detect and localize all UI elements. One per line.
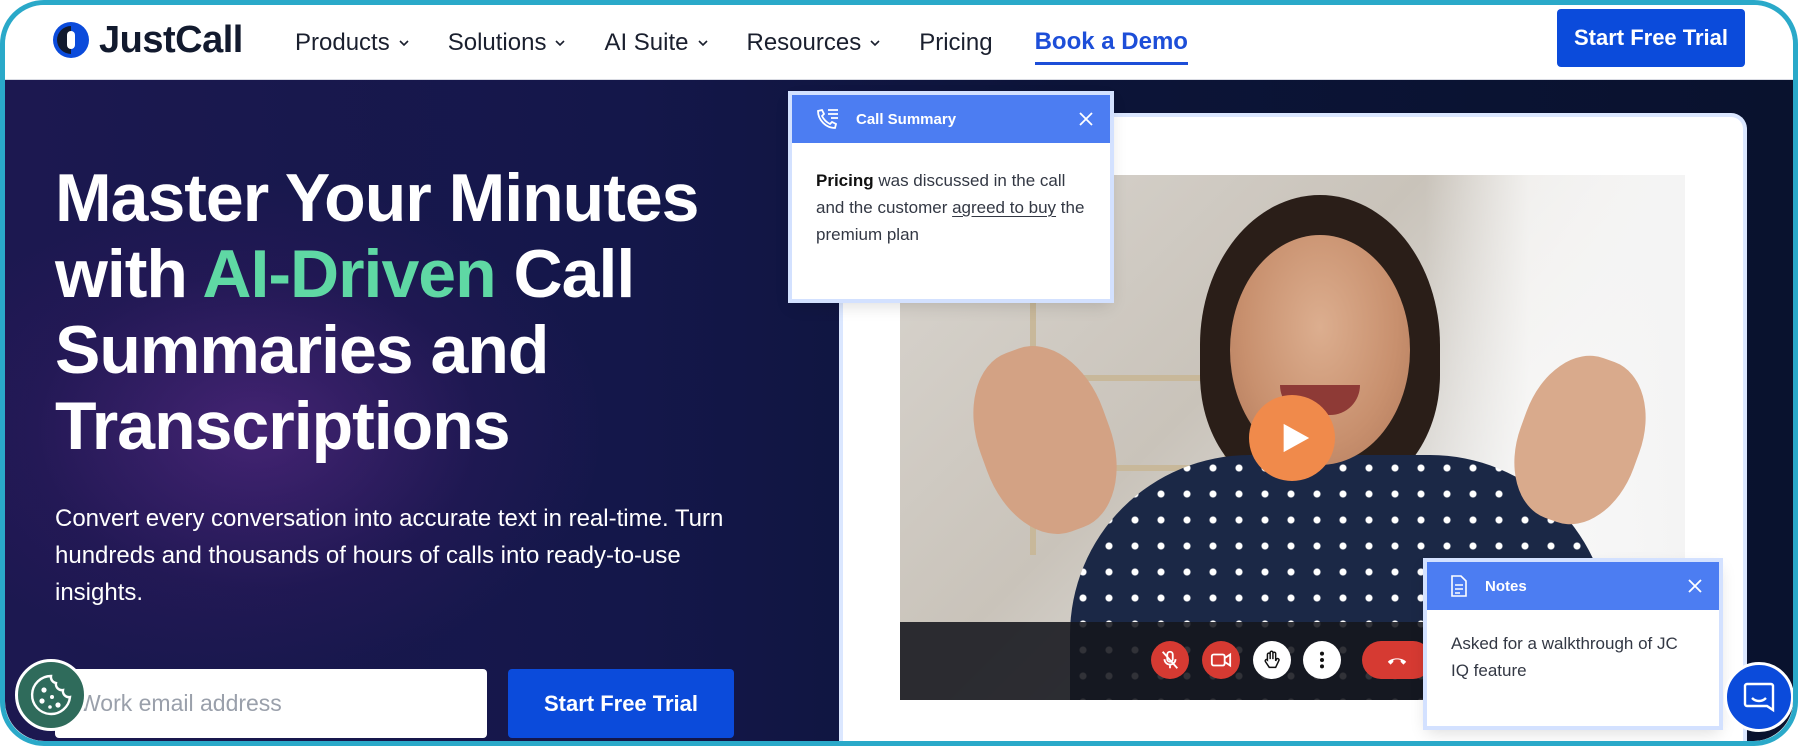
nav-ai-suite[interactable]: AI Suite	[604, 29, 708, 57]
brand-logo[interactable]: JustCall	[51, 15, 243, 65]
nav-pricing-label: Pricing	[919, 29, 993, 56]
notes-card: Notes Asked for a walkthrough of JC IQ f…	[1427, 562, 1719, 726]
video-toggle-button[interactable]	[1202, 641, 1240, 679]
chevron-down-icon	[399, 40, 409, 47]
logo-text: JustCall	[99, 18, 243, 61]
book-demo-link[interactable]: Book a Demo	[1034, 28, 1188, 65]
page-frame: JustCall Products Solutions AI Suite Res…	[0, 0, 1798, 746]
phone-hangup-icon	[1387, 658, 1407, 665]
chevron-down-icon	[870, 40, 880, 47]
chevron-down-icon	[555, 40, 566, 47]
raise-hand-icon	[1264, 650, 1280, 669]
notes-body: Asked for a walkthrough of JC IQ feature	[1451, 634, 1678, 680]
close-icon[interactable]	[1687, 578, 1703, 594]
chat-icon	[1743, 682, 1775, 713]
headline-accent: AI-Driven	[202, 236, 496, 312]
hero-subtext: Convert every conversation into accurate…	[55, 505, 724, 606]
summary-highlight: agreed to buy	[952, 198, 1057, 217]
close-icon[interactable]	[1078, 111, 1094, 127]
cookie-icon	[30, 674, 72, 716]
nav-ai-suite-label: AI Suite	[604, 29, 689, 56]
call-summary-title: Call Summary	[856, 110, 957, 128]
cookie-settings-button[interactable]	[15, 659, 87, 731]
nav-resources[interactable]: Resources	[747, 29, 882, 57]
call-summary-header: Call Summary	[792, 95, 1110, 143]
nav-resources-label: Resources	[746, 29, 862, 56]
play-video-button[interactable]	[1249, 395, 1335, 481]
summary-keyword: Pricing	[816, 171, 874, 190]
hang-up-button[interactable]	[1362, 641, 1432, 679]
call-summary-card: Call Summary Pricing was discussed in th…	[792, 95, 1110, 299]
hero-start-trial-button[interactable]: Start Free Trial	[508, 669, 734, 738]
header-start-trial-button[interactable]: Start Free Trial	[1557, 9, 1745, 67]
document-icon	[1451, 575, 1467, 597]
justcall-logo-icon	[53, 22, 89, 58]
nav-solutions-label: Solutions	[447, 29, 547, 56]
chat-launcher-button[interactable]	[1724, 662, 1793, 732]
mute-mic-button[interactable]	[1151, 641, 1189, 679]
chevron-down-icon	[697, 40, 708, 47]
nav-pricing[interactable]: Pricing	[919, 29, 992, 57]
more-vertical-icon	[1319, 651, 1325, 669]
raise-hand-button[interactable]	[1253, 641, 1291, 679]
main-nav: Products Solutions AI Suite Resources Pr…	[295, 25, 1188, 65]
work-email-input[interactable]	[55, 669, 487, 738]
more-options-button[interactable]	[1303, 641, 1341, 679]
nav-products-label: Products	[295, 29, 390, 56]
notes-header: Notes	[1427, 562, 1719, 610]
nav-solutions[interactable]: Solutions	[448, 29, 567, 57]
play-icon	[1283, 423, 1310, 453]
nav-products[interactable]: Products	[295, 29, 410, 57]
top-navigation: JustCall Products Solutions AI Suite Res…	[5, 5, 1793, 80]
notes-title: Notes	[1485, 577, 1527, 595]
video-camera-icon	[1210, 652, 1232, 668]
phone-list-icon	[817, 108, 838, 129]
hero-headline: Master Your Minutes with AI-Driven Call …	[55, 160, 755, 464]
mic-off-icon	[1161, 650, 1179, 669]
call-summary-body: Pricing was discussed in the call and th…	[792, 143, 1110, 272]
